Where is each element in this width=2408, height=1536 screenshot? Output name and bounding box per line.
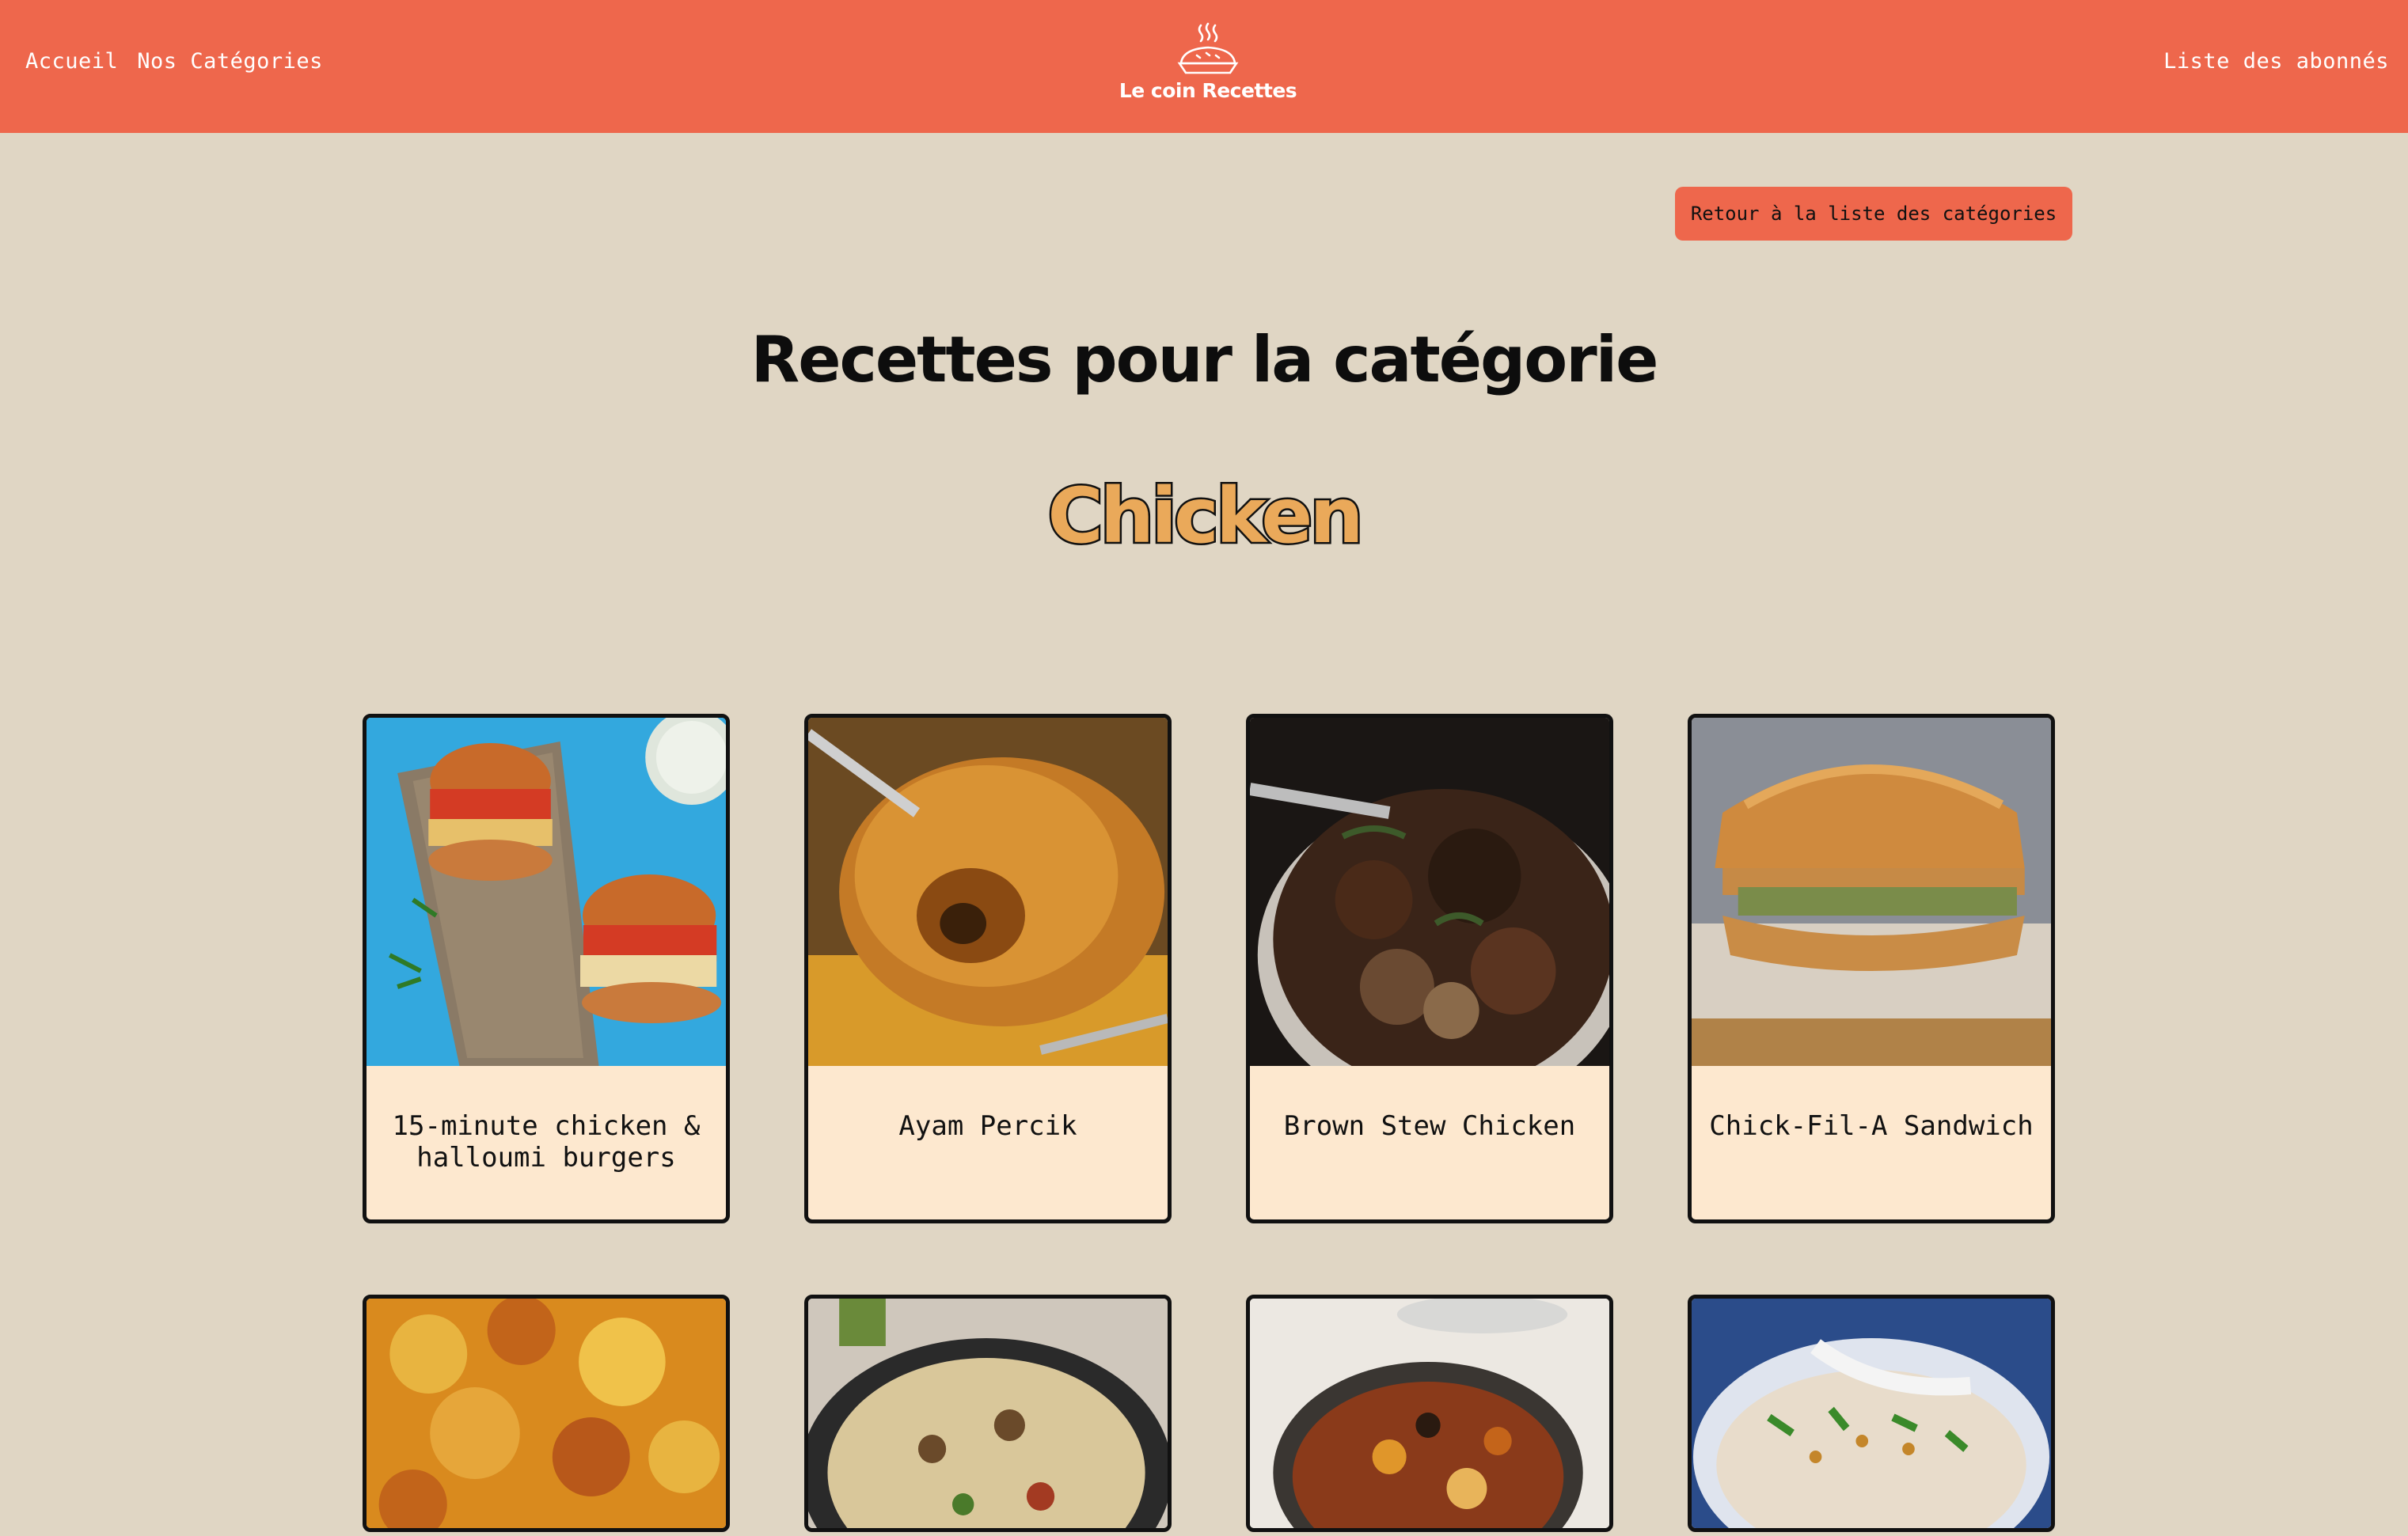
category-name: Chicken xyxy=(1046,470,1365,563)
recipe-card[interactable] xyxy=(1688,1295,2055,1532)
recipe-card[interactable]: Ayam Percik xyxy=(804,714,1172,1223)
recipe-image xyxy=(808,1299,1168,1528)
nav-link-subscribers[interactable]: Liste des abonnés xyxy=(2163,49,2389,74)
nav-link-home[interactable]: Accueil xyxy=(25,49,118,74)
nav-right: Liste des abonnés xyxy=(2163,49,2389,74)
recipe-card[interactable] xyxy=(1246,1295,1613,1532)
recipe-image xyxy=(367,718,726,1066)
recipe-card[interactable]: Brown Stew Chicken xyxy=(1246,714,1613,1223)
site-logo[interactable]: Le coin Recettes xyxy=(1113,22,1303,109)
recipe-title: Chick-Fil-A Sandwich xyxy=(1709,1110,2034,1142)
recipe-image xyxy=(1250,1299,1609,1528)
nav-link-categories[interactable]: Nos Catégories xyxy=(137,49,323,74)
recipe-title: 15-minute chicken & halloumi burgers xyxy=(392,1110,701,1174)
page-title: Recettes pour la catégorie xyxy=(750,323,1659,396)
recipe-card[interactable]: Chick-Fil-A Sandwich xyxy=(1688,714,2055,1223)
top-navigation-bar: Accueil Nos Catégories Le coin Recettes … xyxy=(0,0,2408,133)
recipe-image xyxy=(1692,1299,2051,1528)
recipe-title: Ayam Percik xyxy=(898,1110,1077,1142)
back-to-categories-button[interactable]: Retour à la liste des catégories xyxy=(1675,187,2072,241)
nav-left: Accueil Nos Catégories xyxy=(25,49,323,74)
logo-text: Le coin Recettes xyxy=(1119,79,1297,102)
recipe-card[interactable] xyxy=(363,1295,730,1532)
recipe-card[interactable] xyxy=(804,1295,1172,1532)
recipe-image xyxy=(367,1299,726,1528)
recipe-image xyxy=(808,718,1168,1066)
pie-icon xyxy=(1177,22,1239,74)
recipe-image xyxy=(1692,718,2051,1066)
recipe-image xyxy=(1250,718,1609,1066)
recipe-card[interactable]: 15-minute chicken & halloumi burgers xyxy=(363,714,730,1223)
recipe-title: Brown Stew Chicken xyxy=(1283,1110,1576,1142)
